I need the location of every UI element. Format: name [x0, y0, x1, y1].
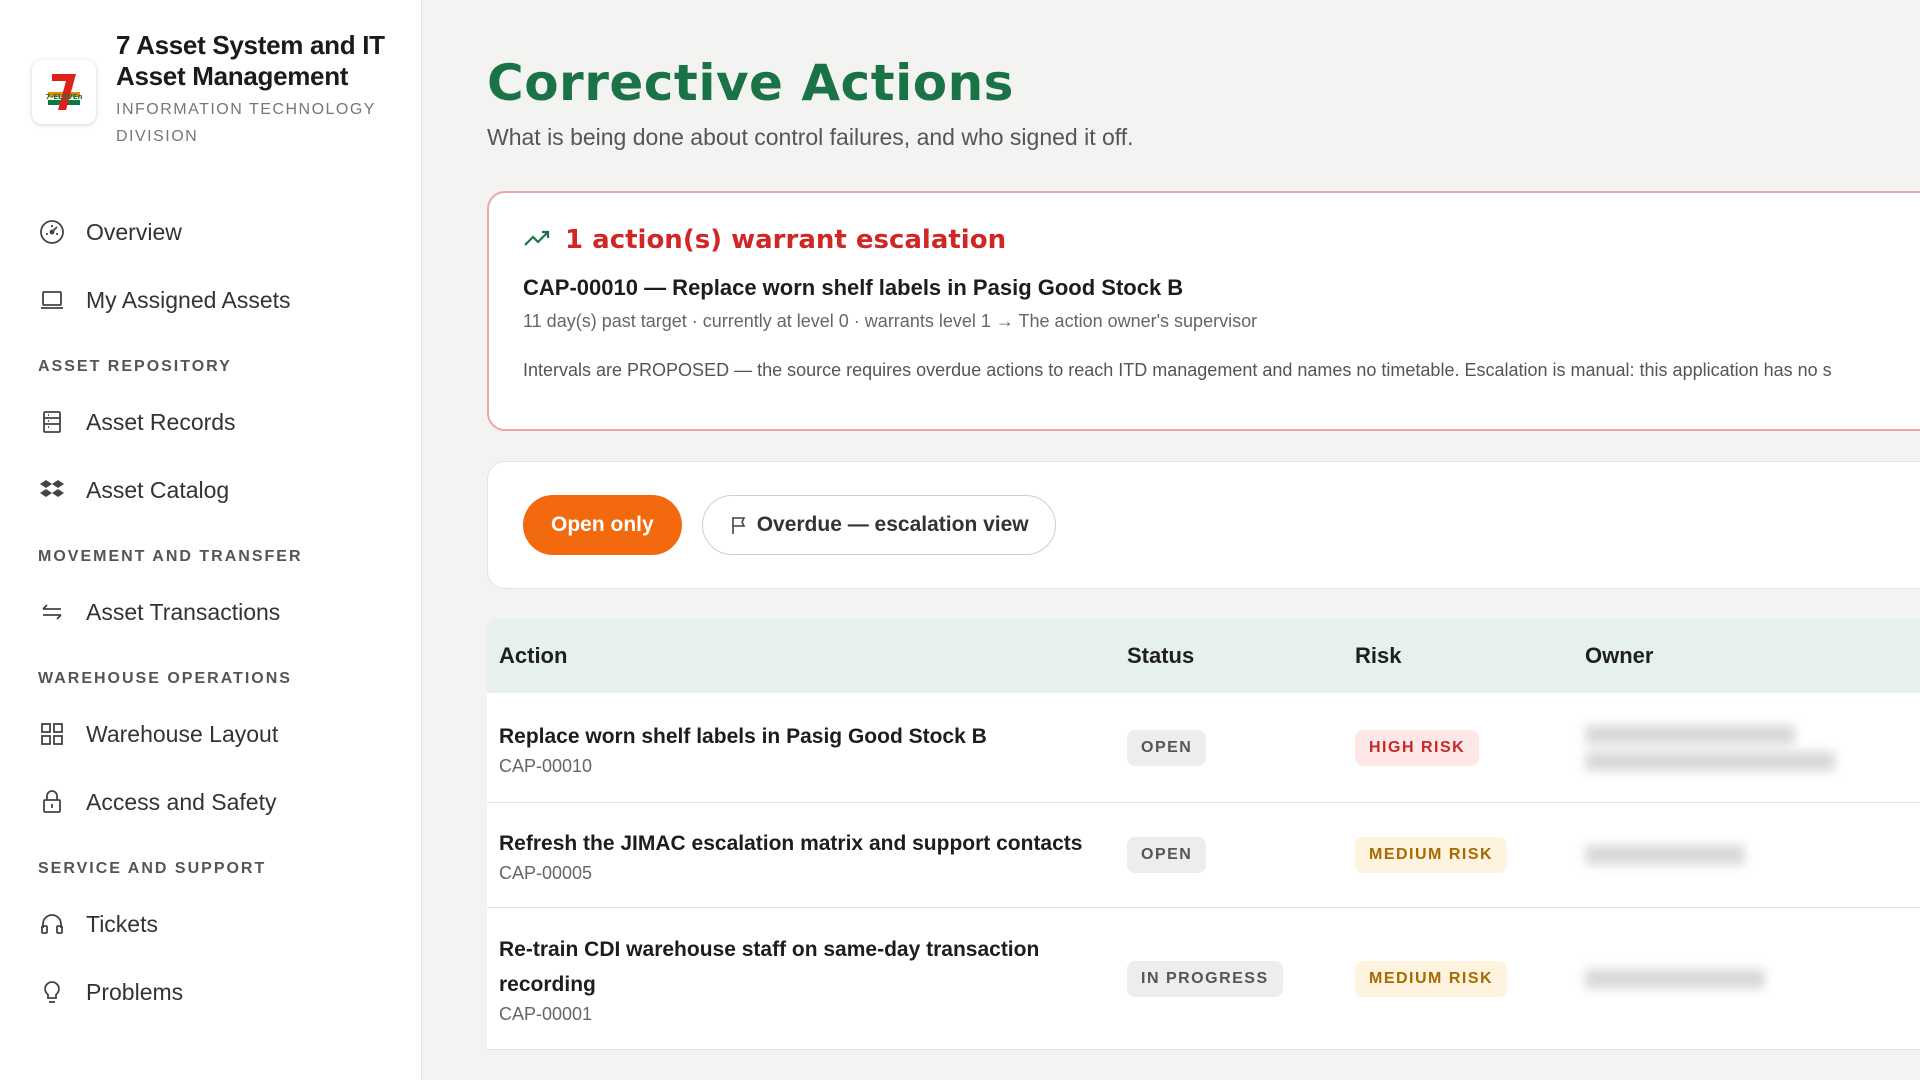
- sidebar-item-overview[interactable]: Overview: [0, 198, 421, 266]
- status-badge: OPEN: [1127, 729, 1207, 766]
- action-title[interactable]: Refresh the JIMAC escalation matrix and …: [499, 826, 1115, 861]
- sidebar-item-tickets[interactable]: Tickets: [0, 890, 421, 958]
- lock-icon: [38, 788, 66, 816]
- column-header-action[interactable]: Action: [487, 643, 1115, 669]
- open-only-button[interactable]: Open only: [523, 495, 682, 555]
- overdue-escalation-view-button[interactable]: Overdue — escalation view: [701, 495, 1056, 555]
- trending-up-icon: [523, 227, 551, 254]
- sidebar-item-access-and-safety[interactable]: Access and Safety: [0, 768, 421, 836]
- sidebar-item-label: Access and Safety: [86, 788, 277, 815]
- risk-badge: MEDIUM RISK: [1355, 960, 1508, 997]
- status-badge: IN PROGRESS: [1127, 960, 1283, 997]
- owner-cell-redacted: [1573, 963, 1920, 995]
- sidebar: 7-ELEVEn 7 Asset System and IT Asset Man…: [0, 0, 422, 1080]
- section-movement-and-transfer: MOVEMENT AND TRANSFER: [38, 548, 303, 565]
- page-subtitle: What is being done about control failure…: [487, 124, 1134, 150]
- grid-icon: [38, 720, 66, 748]
- sidebar-item-warehouse-layout[interactable]: Warehouse Layout: [0, 700, 421, 768]
- sidebar-item-my-assigned-assets[interactable]: My Assigned Assets: [0, 266, 421, 334]
- app-subtitle: INFORMATION TECHNOLOGY DIVISION: [116, 101, 376, 145]
- risk-badge: MEDIUM RISK: [1355, 837, 1508, 873]
- page-title: Corrective Actions: [487, 54, 1014, 112]
- lightbulb-icon: [38, 978, 66, 1006]
- app-title: 7 Asset System and IT Asset Management: [116, 30, 385, 91]
- brand: 7-ELEVEn 7 Asset System and IT Asset Man…: [0, 30, 421, 150]
- action-id: CAP-00010: [499, 755, 593, 776]
- sidebar-item-label: Asset Transactions: [86, 598, 281, 625]
- boxes-icon: [38, 476, 66, 504]
- escalation-note: Intervals are PROPOSED — the source requ…: [523, 360, 1832, 380]
- escalation-alert-card: 1 action(s) warrant escalation CAP-00010…: [487, 191, 1920, 431]
- sidebar-item-asset-transactions[interactable]: Asset Transactions: [0, 578, 421, 646]
- action-id: CAP-00001: [499, 1004, 593, 1024]
- sidebar-item-label: Tickets: [86, 910, 158, 937]
- sidebar-item-asset-catalog[interactable]: Asset Catalog: [0, 456, 421, 524]
- sidebar-item-label: Asset Catalog: [86, 476, 230, 503]
- corrective-actions-table: Action Status Risk Owner Replace worn sh…: [487, 619, 1920, 1050]
- risk-badge: HIGH RISK: [1355, 729, 1480, 766]
- svg-text:7-ELEVEn: 7-ELEVEn: [46, 93, 83, 101]
- section-service-and-support: SERVICE AND SUPPORT: [38, 860, 267, 877]
- owner-cell-redacted: [1573, 839, 1920, 871]
- escalation-action-title[interactable]: CAP-00010 — Replace worn shelf labels in…: [523, 275, 1920, 301]
- column-header-risk[interactable]: Risk: [1343, 643, 1573, 669]
- records-icon: [38, 408, 66, 436]
- table-row[interactable]: Refresh the JIMAC escalation matrix and …: [487, 803, 1920, 908]
- table-row[interactable]: Re-train CDI warehouse staff on same-day…: [487, 908, 1920, 1050]
- sidebar-item-label: My Assigned Assets: [86, 286, 291, 313]
- section-warehouse-operations: WAREHOUSE OPERATIONS: [38, 670, 292, 687]
- sidebar-item-label: Problems: [86, 978, 184, 1005]
- headset-icon: [38, 910, 66, 938]
- transfer-icon: [38, 598, 66, 626]
- status-badge: OPEN: [1127, 837, 1207, 873]
- sidebar-item-problems[interactable]: Problems: [0, 958, 421, 1026]
- filter-bar: Open only Overdue — escalation view: [487, 461, 1920, 589]
- column-header-status[interactable]: Status: [1115, 643, 1343, 669]
- gauge-icon: [38, 218, 66, 246]
- table-header: Action Status Risk Owner: [487, 619, 1920, 693]
- owner-cell-redacted: [1573, 719, 1920, 777]
- sidebar-item-asset-records[interactable]: Asset Records: [0, 388, 421, 456]
- brand-logo[interactable]: 7-ELEVEn: [32, 60, 96, 124]
- flag-icon: [729, 515, 749, 535]
- action-title[interactable]: Replace worn shelf labels in Pasig Good …: [499, 719, 1115, 754]
- escalation-detail: 11 day(s) past target · currently at lev…: [523, 311, 1258, 331]
- action-title[interactable]: Re-train CDI warehouse staff on same-day…: [499, 932, 1079, 1002]
- escalation-heading: 1 action(s) warrant escalation: [565, 225, 1007, 255]
- overdue-view-label: Overdue — escalation view: [756, 513, 1029, 536]
- section-asset-repository: ASSET REPOSITORY: [38, 358, 232, 375]
- sidebar-item-label: Asset Records: [86, 408, 236, 435]
- column-header-owner[interactable]: Owner: [1573, 643, 1920, 669]
- main-content: Corrective Actions What is being done ab…: [422, 0, 1920, 1080]
- laptop-icon: [38, 286, 66, 314]
- table-row[interactable]: Replace worn shelf labels in Pasig Good …: [487, 693, 1920, 803]
- sidebar-item-label: Warehouse Layout: [86, 720, 279, 747]
- action-id: CAP-00005: [499, 863, 593, 883]
- seven-eleven-logo-icon: 7-ELEVEn: [42, 70, 86, 114]
- sidebar-item-label: Overview: [86, 218, 182, 245]
- sidebar-nav: Overview My Assigned Assets ASSET REPOSI…: [0, 198, 421, 1026]
